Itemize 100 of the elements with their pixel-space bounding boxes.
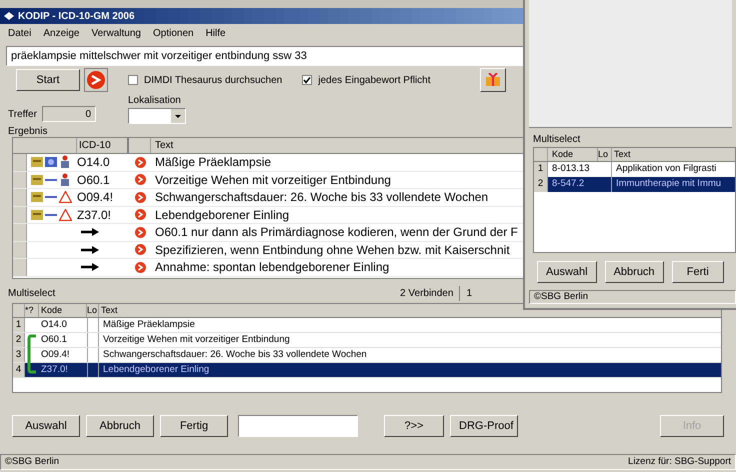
button[interactable]: Auswahl xyxy=(12,415,80,437)
table-cell-text: O60.1 xyxy=(77,172,111,189)
arrow-circle-icon xyxy=(134,226,146,238)
menu-item[interactable]: Verwaltung xyxy=(92,26,141,40)
table-row[interactable]: 4 Z37.0! Lebendgeborener Einling xyxy=(13,363,721,378)
arrow-circle-icon xyxy=(134,209,146,220)
table-cell-text: Applikation von Filgrasti xyxy=(615,162,718,176)
bracket-icon xyxy=(27,334,37,374)
row-number: 2 xyxy=(534,177,548,192)
button[interactable]: Start xyxy=(16,69,80,91)
menu-item[interactable]: Optionen xyxy=(152,26,194,40)
checkbox-label: DIMDI Thesaurus durchsuchen xyxy=(144,74,282,88)
table-row[interactable]: Spezifizieren, wenn Entbindung ohne Wehen bzw. mit Kaiserschnit xyxy=(13,242,523,259)
dash-icon xyxy=(45,195,57,200)
column-header[interactable]: *? xyxy=(25,304,39,317)
table-cell-text: O09.4! xyxy=(77,189,114,206)
table-row[interactable]: 1 O14.0 Mäßige Präeklampsie xyxy=(13,318,721,333)
row-number: 1 xyxy=(13,318,25,332)
button[interactable]: Fertig xyxy=(160,415,228,437)
book-icon xyxy=(31,208,43,221)
table-cell-text: Lebendgeborener Einling xyxy=(102,362,210,377)
table-row[interactable]: 3 O09.4! Schwangerschaftsdauer: 26. Woche bis 33 vollendete Wochen xyxy=(13,348,721,363)
table-row[interactable]: Annahme: spontan lebendgeborener Einling xyxy=(13,259,523,276)
section-label: Multiselect xyxy=(8,286,56,300)
app-icon xyxy=(4,12,14,20)
input-field[interactable] xyxy=(238,415,358,437)
row-number: 1 xyxy=(534,162,548,177)
checkbox[interactable] xyxy=(302,75,312,85)
status-text: ©SBG Berlin xyxy=(534,290,588,304)
figure-icon xyxy=(59,155,71,170)
status-text: ©SBG Berlin xyxy=(5,454,59,469)
column-header[interactable]: ICD-10 xyxy=(77,138,129,153)
dropdown[interactable] xyxy=(128,108,186,124)
table-cell-text: Vorzeitige Wehen mit vorzeitiger Entbindung xyxy=(102,332,291,347)
row-number: 3 xyxy=(13,348,25,362)
table-cell-text: Mäßige Präeklampsie xyxy=(102,318,196,332)
table-cell-text: 8-547.2 xyxy=(551,177,586,192)
figure-icon xyxy=(59,172,71,187)
toolbar-button[interactable] xyxy=(480,68,506,92)
arrow-right-icon xyxy=(81,263,99,272)
button[interactable]: Abbruch xyxy=(604,261,664,283)
column-header[interactable]: Text xyxy=(151,138,523,153)
column-header[interactable]: Kode xyxy=(548,148,598,161)
arrow-right-icon xyxy=(81,246,99,254)
table-cell-text: Immuntherapie mit Immu xyxy=(615,177,722,192)
button[interactable]: Ferti xyxy=(672,261,724,283)
table-row[interactable]: O09.4! Schwangerschaftsdauer: 26. Woche bis 33 vollendete Wochen xyxy=(13,189,523,206)
checkbox[interactable] xyxy=(128,75,138,85)
arrow-circle-icon xyxy=(134,262,146,273)
connect-button[interactable]: 2 Verbinden xyxy=(394,286,460,300)
table-row[interactable]: 2 O60.1 Vorzeitige Wehen mit vorzeitiger Entbindung xyxy=(13,333,721,348)
column-header[interactable]: Text xyxy=(612,148,735,161)
menu-item[interactable]: Anzeige xyxy=(43,26,80,40)
column-header[interactable]: Kode xyxy=(39,304,87,317)
row-number: 2 xyxy=(13,333,25,347)
status-text: Lizenz für: SBG-Support xyxy=(628,454,731,469)
badge-icon xyxy=(45,156,57,168)
table-row[interactable]: O60.1 nur dann als Primärdiagnose kodieren, wenn der Grund der F xyxy=(13,224,523,242)
section-label: Multiselect xyxy=(532,133,582,147)
button[interactable]: Auswahl xyxy=(537,261,597,283)
caret-icon xyxy=(171,109,185,123)
table-row[interactable]: O60.1 Vorzeitige Wehen mit vorzeitiger Entbindung xyxy=(13,172,523,189)
table-cell-text: Z37.0! xyxy=(77,206,112,224)
book-icon xyxy=(31,156,43,168)
field-label: Treffer xyxy=(8,108,36,122)
book-icon xyxy=(31,174,43,186)
arrow-circle-icon xyxy=(134,192,146,203)
table-cell-text: Vorzeitige Wehen mit vorzeitiger Entbindung xyxy=(154,172,391,189)
arrow-circle-icon xyxy=(134,156,146,168)
button[interactable]: DRG-Proof xyxy=(450,415,518,437)
checkbox-label: jedes Eingabewort Pflicht xyxy=(318,74,431,88)
warning-icon xyxy=(59,208,72,221)
table-row[interactable]: O14.0 Mäßige Präeklampsie xyxy=(13,154,523,172)
window-title: KODIP - ICD-10-GM 2006 xyxy=(18,10,135,24)
dash-icon xyxy=(45,178,57,182)
table-cell-text: O14.0 xyxy=(40,318,68,332)
count-label: 1 xyxy=(465,286,473,300)
section-label: Ergebnis xyxy=(7,125,48,137)
column-header[interactable]: Lo xyxy=(598,148,612,161)
arrow-right-icon xyxy=(81,228,99,236)
table-cell-text: Annahme: spontan lebendgeborener Einling xyxy=(154,259,390,276)
row-number: 4 xyxy=(13,363,25,377)
menu-item[interactable]: Hilfe xyxy=(206,26,226,40)
field-label: Lokalisation xyxy=(128,94,182,108)
button[interactable]: Abbruch xyxy=(86,415,154,437)
table-cell-text: O14.0 xyxy=(77,154,111,172)
table-cell-text: Schwangerschaftsdauer: 26. Woche bis 33 vollendete Wochen xyxy=(102,348,368,362)
arrow-circle-icon xyxy=(134,244,146,256)
arrow-circle-icon xyxy=(134,174,146,186)
table-cell-text: Lebendgeborener Einling xyxy=(154,206,290,224)
table-cell-text: O60.1 xyxy=(40,332,68,347)
table-cell-text: 8-013.13 xyxy=(551,162,591,176)
table-cell-text: Spezifizieren, wenn Entbindung ohne Wehen bzw. mit Kaiserschnit xyxy=(154,242,510,259)
menu-item[interactable]: Datei xyxy=(8,26,32,40)
table-cell-text: Z37.0! xyxy=(40,362,69,377)
button[interactable]: ?>> xyxy=(384,415,444,437)
column-header[interactable]: Lo xyxy=(87,304,99,317)
table-row[interactable]: 2 8-547.2 Immuntherapie mit Immu xyxy=(534,177,735,192)
go-button[interactable] xyxy=(84,68,108,92)
table-row[interactable]: Z37.0! Lebendgeborener Einling xyxy=(13,206,523,224)
